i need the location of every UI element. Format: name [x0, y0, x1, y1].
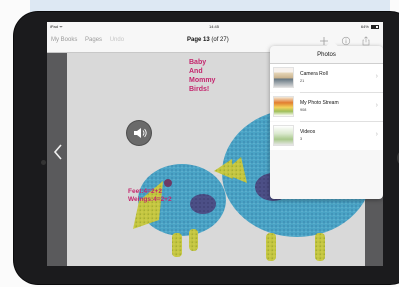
screenshot: iPad ᯤ 14:45 64% My Books Pages Undo Pag…: [0, 0, 399, 287]
album-row[interactable]: My Photo Stream 908 ›: [270, 93, 383, 121]
share-icon[interactable]: [361, 36, 371, 46]
album-count: 908: [300, 108, 307, 112]
baby-bird: [133, 159, 233, 257]
heading-line: Birds!: [189, 86, 210, 93]
baby-bird-leg-right: [189, 229, 198, 251]
camera: [41, 160, 46, 165]
chevron-right-icon: ›: [375, 102, 378, 109]
clock: 14:45: [209, 24, 220, 29]
chevron-right-icon: ›: [375, 73, 378, 80]
battery-percent: 64%: [360, 24, 369, 29]
album-name: My Photo Stream: [300, 100, 339, 106]
page-total: (of 27): [209, 37, 229, 43]
page-number: Page 13: [187, 37, 210, 43]
nav-left-group: My Books Pages Undo: [51, 37, 130, 43]
info-icon[interactable]: [341, 36, 351, 46]
album-row[interactable]: Camera Roll 21 ›: [270, 64, 383, 92]
baby-bird-eye: [164, 179, 172, 187]
speaker-icon[interactable]: [127, 121, 151, 145]
battery-icon: [371, 24, 379, 29]
album-thumbnail: [273, 125, 294, 146]
album-count: 21: [300, 79, 305, 83]
battery-indicator: 64%: [361, 24, 379, 29]
caption-line: Weings:4=2+2: [128, 196, 172, 203]
album-count: 3: [300, 137, 303, 141]
album-row[interactable]: Videos 3 ›: [270, 122, 383, 150]
undo-button[interactable]: Undo: [110, 37, 124, 43]
baby-bird-leg-left: [172, 233, 182, 257]
heading-line: Mommy: [189, 77, 216, 84]
my-books-button[interactable]: My Books: [51, 37, 77, 43]
popover-title: Photos: [317, 52, 336, 58]
carrier-label: iPad ᯤ: [50, 24, 63, 29]
album-thumbnail: [273, 96, 294, 117]
heading-line: Baby: [189, 59, 207, 66]
status-bar: iPad ᯤ 14:45 64%: [47, 22, 383, 31]
mommy-bird-leg-left: [266, 233, 276, 261]
pages-button[interactable]: Pages: [85, 37, 102, 43]
math-caption[interactable]: Feet:4=2+2 Weings:4=2+2: [128, 188, 208, 204]
page-title: Page 13 (of 27): [187, 37, 229, 43]
mommy-bird-leg-right: [315, 233, 325, 261]
page-heading[interactable]: Baby And Mommy Birds!: [189, 58, 239, 94]
album-thumbnail: [273, 67, 294, 88]
photos-popover: Photos Camera Roll 21 › My Photo Stream …: [270, 40, 383, 199]
album-name: Videos: [300, 129, 316, 135]
caption-line: Feet:4=2+2: [128, 188, 162, 195]
chevron-right-icon: ›: [375, 131, 378, 138]
ipad-screen: iPad ᯤ 14:45 64% My Books Pages Undo Pag…: [47, 22, 383, 266]
heading-line: And: [189, 68, 203, 75]
album-name: Camera Roll: [300, 71, 328, 77]
